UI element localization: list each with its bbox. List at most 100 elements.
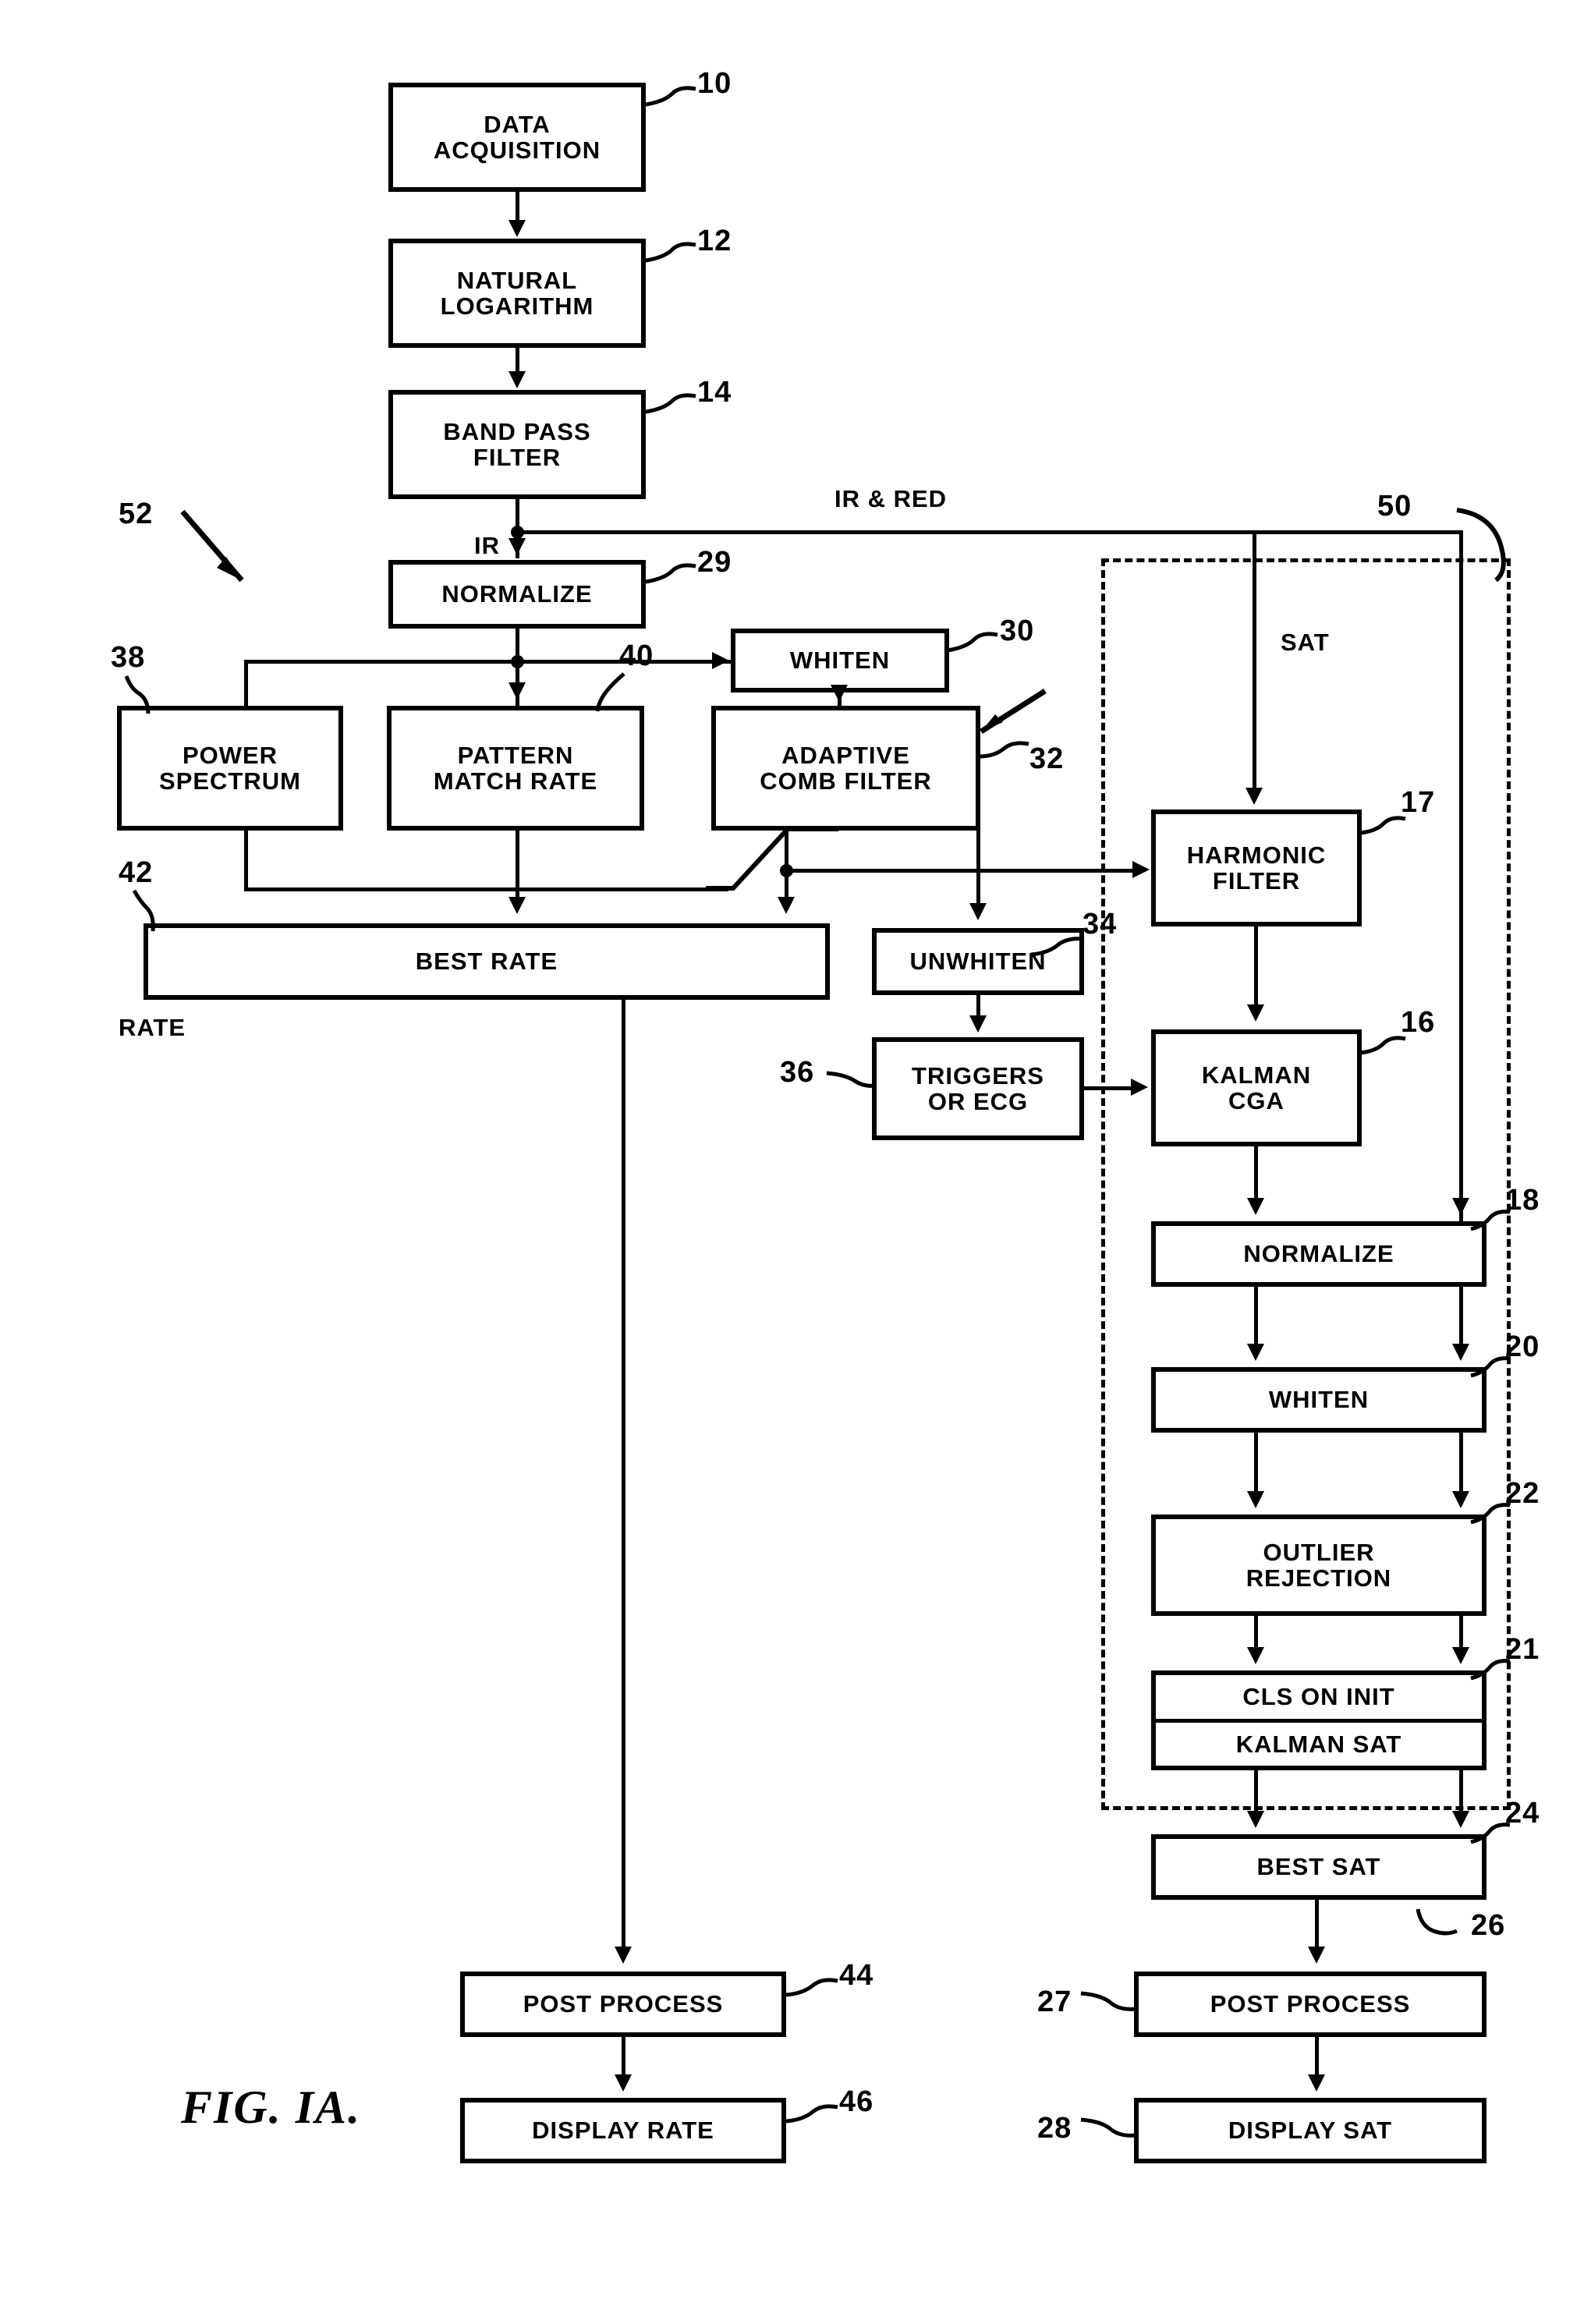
arrowhead-unwhiten-to-triggers (969, 1015, 987, 1033)
block-adaptive-comb-filter[interactable]: ADAPTIVE COMB FILTER (711, 706, 980, 831)
block-label-line1: NORMALIZE (441, 580, 593, 608)
arrowhead-red-to-best-sat (1452, 1811, 1469, 1828)
signal-label-ir: IR (474, 532, 500, 559)
ref-numeral-18: 18 (1505, 1184, 1540, 1217)
connector-harmonic-to-kalman (1254, 926, 1258, 1004)
ref-numeral-22: 22 (1505, 1477, 1540, 1510)
arrowhead-normalize-to-pattern-match (508, 682, 526, 700)
leader-36 (825, 1065, 878, 1096)
block-whiten-rate[interactable]: WHITEN (731, 629, 949, 693)
block-normalize-ir[interactable]: NORMALIZE (388, 560, 646, 629)
leader-46 (785, 2103, 839, 2138)
connector-tap-to-power-spectrum (244, 660, 248, 708)
connector-acf-to-harmonic-filter (785, 869, 1136, 873)
arrowhead-whiten-sat-to-outlier (1247, 1491, 1264, 1508)
block-label-line1: OUTLIER (1263, 1538, 1375, 1566)
connector-post-process-to-display-sat (1315, 2037, 1319, 2078)
patent-figure-1a: DATA ACQUISITION NATURAL LOGARITHM BAND … (0, 0, 1591, 2324)
arrowhead-red-to-normalize-sat (1452, 1198, 1469, 1215)
block-outlier-rejection[interactable]: OUTLIER REJECTION (1151, 1514, 1486, 1616)
block-label-line2: FILTER (1212, 867, 1301, 895)
block-label-line1: KALMAN (1201, 1061, 1312, 1089)
ref-numeral-21: 21 (1505, 1633, 1540, 1666)
block-label-line1: DISPLAY SAT (1228, 2117, 1393, 2145)
block-data-acquisition[interactable]: DATA ACQUISITION (388, 83, 646, 192)
block-cls-on-init-kalman-sat[interactable]: CLS ON INIT KALMAN SAT (1151, 1670, 1486, 1770)
leader-50 (1452, 505, 1538, 591)
leader-30 (946, 632, 1001, 671)
ref-numeral-29: 29 (697, 546, 732, 579)
block-label-line1: UNWHITEN (909, 948, 1047, 976)
block-normalize-sat[interactable]: NORMALIZE (1151, 1221, 1486, 1287)
block-pattern-match-rate[interactable]: PATTERN MATCH RATE (387, 706, 644, 831)
signal-label-ir-red: IR & RED (834, 485, 948, 512)
connector-kalman-to-normalize-sat (1254, 1146, 1258, 1198)
arrowhead-harmonic-to-kalman (1247, 1004, 1264, 1022)
ref-numeral-20: 20 (1505, 1330, 1540, 1363)
arrowhead-acq-to-log (508, 220, 526, 237)
block-label-line1: ADAPTIVE (781, 741, 910, 769)
connector-best-sat-to-post-process (1315, 1900, 1319, 1948)
leader-16 (1359, 1034, 1407, 1070)
leader-29 (644, 563, 699, 602)
connector-post-process-to-display-rate (622, 2037, 625, 2078)
ref-numeral-17: 17 (1401, 786, 1436, 819)
arrowhead-red-to-cls (1452, 1647, 1469, 1664)
block-harmonic-filter[interactable]: HARMONIC FILTER (1151, 810, 1362, 926)
ref-numeral-12: 12 (697, 225, 732, 257)
connector-log-to-bpf (516, 348, 519, 374)
leader-38 (117, 675, 164, 715)
block-kalman-cga[interactable]: KALMAN CGA (1151, 1029, 1362, 1146)
connector-acf-to-unwhiten (976, 831, 980, 905)
block-triggers-or-ecg[interactable]: TRIGGERS OR ECG (872, 1037, 1084, 1140)
block-display-rate[interactable]: DISPLAY RATE (460, 2098, 786, 2163)
leader-27 (1079, 1987, 1137, 2018)
connector-acf-diagonal (706, 823, 846, 909)
block-post-process-rate[interactable]: POST PROCESS (460, 1972, 786, 2037)
connector-cls-to-best-sat (1254, 1770, 1258, 1812)
block-whiten-sat[interactable]: WHITEN (1151, 1367, 1486, 1433)
block-post-process-sat[interactable]: POST PROCESS (1134, 1972, 1486, 2037)
block-best-rate[interactable]: BEST RATE (144, 923, 830, 1000)
block-label-line2: ACQUISITION (433, 136, 601, 164)
block-label-line1: BEST SAT (1256, 1853, 1381, 1881)
ref-numeral-36: 36 (780, 1056, 815, 1089)
block-power-spectrum[interactable]: POWER SPECTRUM (117, 706, 343, 831)
arrowhead-kalman-to-normalize-sat (1247, 1198, 1264, 1215)
leader-26 (1416, 1906, 1479, 1943)
arrowhead-best-rate-to-post-process (615, 1947, 632, 1964)
block-best-sat[interactable]: BEST SAT (1151, 1834, 1486, 1900)
block-label-line1: POWER (182, 741, 278, 769)
block-label-line2: KALMAN SAT (1235, 1730, 1402, 1758)
block-label-line1: BAND PASS (443, 417, 591, 445)
connector-normalize-sat-to-whiten-sat (1254, 1287, 1258, 1345)
ref-numeral-27: 27 (1037, 1986, 1072, 2018)
arrowhead-post-process-to-display-rate (615, 2074, 632, 2092)
connector-outlier-to-cls (1254, 1616, 1258, 1649)
leader-28 (1079, 2113, 1137, 2145)
branch-label-sat: SAT (1281, 629, 1330, 656)
block-label-line2-row: KALMAN SAT (1156, 1723, 1482, 1766)
block-label-line1: HARMONIC (1186, 841, 1327, 869)
arrowhead-acf-to-unwhiten (969, 903, 987, 920)
arrowhead-triggers-to-kalman (1131, 1079, 1148, 1096)
ref-numeral-42: 42 (119, 856, 154, 889)
block-display-sat[interactable]: DISPLAY SAT (1134, 2098, 1486, 2163)
ref-numeral-28: 28 (1037, 2112, 1072, 2145)
arrowhead-cls-to-best-sat (1247, 1811, 1264, 1828)
leader-34 (1029, 933, 1086, 969)
block-label-line1: WHITEN (789, 647, 891, 675)
block-natural-logarithm[interactable]: NATURAL LOGARITHM (388, 239, 646, 348)
ref-numeral-24: 24 (1505, 1797, 1540, 1830)
arrowhead-red-to-whiten-sat (1452, 1344, 1469, 1361)
ref-numeral-46: 46 (839, 2085, 874, 2118)
ref-numeral-26: 26 (1471, 1909, 1506, 1942)
block-label-line1: POST PROCESS (523, 1990, 724, 2018)
ref-numeral-52: 52 (119, 498, 154, 530)
block-label-line1: DATA (484, 110, 551, 138)
arrowhead-ir-to-harmonic-filter (1246, 788, 1263, 805)
arrowhead-best-sat-to-post-process (1308, 1947, 1325, 1964)
block-band-pass-filter[interactable]: BAND PASS FILTER (388, 390, 646, 499)
leader-12 (644, 242, 699, 281)
block-label-line1: BEST RATE (415, 948, 558, 976)
